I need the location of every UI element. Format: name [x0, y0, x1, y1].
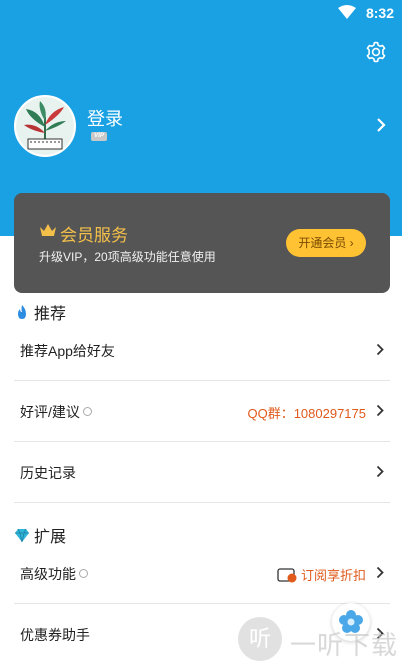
- open-vip-button[interactable]: 开通会员 ›: [286, 229, 366, 257]
- vip-service-card[interactable]: 会员服务 升级VIP，20项高级功能任意使用 开通会员 ›: [14, 193, 390, 293]
- row-feedback[interactable]: 好评/建议 QQ群：1080297175: [14, 381, 390, 442]
- row-feedback-label: 好评/建议: [20, 404, 80, 420]
- row-feedback-label-wrap: 好评/建议: [20, 402, 92, 422]
- profile-login[interactable]: 登录 VIP: [14, 95, 388, 157]
- row-history[interactable]: 历史记录: [14, 442, 390, 503]
- qq-group-value: QQ群：1080297175: [247, 406, 366, 421]
- vip-badge: VIP: [91, 132, 107, 141]
- plant-avatar-icon: [16, 97, 74, 155]
- gear-icon[interactable]: [364, 40, 388, 64]
- crown-icon: [40, 224, 56, 236]
- chevron-right-icon: [376, 465, 384, 478]
- row-advanced-label-wrap: 高级功能: [20, 564, 88, 584]
- flame-icon: [18, 305, 26, 319]
- discount-text: 订阅享折扣: [300, 568, 366, 583]
- wifi-icon: [338, 5, 356, 19]
- avatar: [14, 95, 76, 157]
- row-recommend-app[interactable]: 推荐App给好友: [14, 320, 390, 381]
- watermark: 听 一听下载: [238, 605, 400, 661]
- row-recommend-app-label: 推荐App给好友: [20, 343, 115, 359]
- watermark-text: 一听下载: [290, 630, 399, 660]
- login-label[interactable]: 登录: [87, 105, 123, 131]
- vip-card-title: 会员服务: [60, 226, 128, 245]
- row-coupon-label: 优惠券助手: [20, 627, 90, 643]
- coupon-icon: [277, 567, 297, 582]
- status-bar: 8:32: [0, 0, 402, 26]
- chevron-right-icon: [376, 343, 384, 356]
- qq-group-text: QQ群：1080297175: [247, 403, 366, 422]
- watermark-logo: 听: [238, 617, 282, 661]
- discount-tag: 订阅享折扣: [277, 565, 366, 584]
- vip-card-subtitle: 升级VIP，20项高级功能任意使用: [39, 250, 216, 264]
- info-icon: [82, 407, 92, 416]
- row-advanced-label: 高级功能: [20, 566, 76, 582]
- chevron-right-icon: [376, 404, 384, 417]
- info-icon: [79, 569, 88, 578]
- diamond-icon: [15, 528, 29, 543]
- chevron-right-icon: [377, 118, 386, 132]
- row-history-label: 历史记录: [20, 465, 76, 481]
- status-time: 8:32: [365, 5, 394, 21]
- chevron-right-icon: [376, 566, 384, 579]
- row-advanced[interactable]: 高级功能 订阅享折扣: [14, 543, 390, 604]
